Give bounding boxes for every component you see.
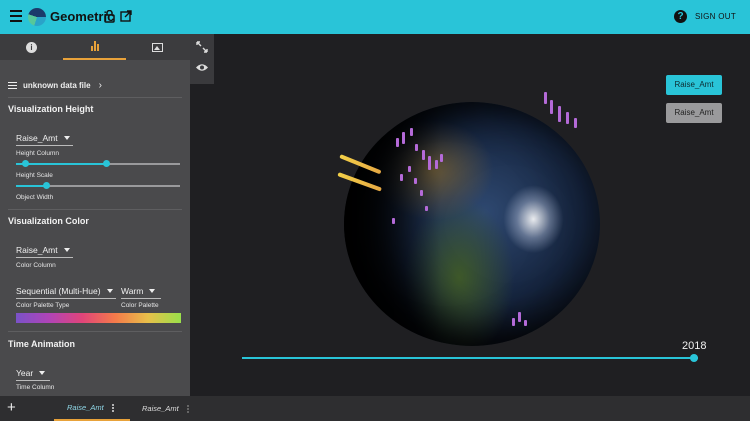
globe-shadow [344,102,600,346]
data-spike [550,100,553,114]
slider-knob[interactable] [103,160,110,167]
chevron-right-icon: › [98,79,102,91]
data-spike [440,154,443,162]
open-external-icon[interactable] [120,10,132,22]
color-column-select[interactable]: Raise_Amt [16,242,73,258]
time-slider-knob[interactable] [690,354,698,362]
legend-button-height[interactable]: Raise_Amt [666,75,722,95]
data-spike [396,138,399,147]
palette-type-label: Color Palette Type [16,302,70,309]
sign-out-button[interactable]: SIGN OUT [695,12,736,21]
data-spike [402,132,405,144]
data-spike [420,190,423,196]
color-palette-preview [16,313,181,323]
palette-type-value: Sequential (Multi-Hue) [16,285,101,296]
time-column-label: Time Column [16,384,55,391]
chevron-down-icon [149,288,156,293]
object-width-slider[interactable] [16,182,180,190]
object-width-label: Object Width [16,194,54,201]
sidebar-tabs: i [0,34,190,60]
tab-visualization[interactable] [63,34,126,60]
data-spike [558,106,561,122]
height-column-select[interactable]: Raise_Amt [16,130,73,146]
palette-value: Warm [121,285,144,296]
more-options-icon[interactable] [186,404,189,413]
data-spike [400,174,403,181]
legend-button-color[interactable]: Raise_Amt [666,103,722,123]
menu-icon[interactable] [10,10,22,22]
height-scale-slider[interactable] [16,160,180,168]
globe-viewport[interactable]: Raise_Amt Raise_Amt 2018 [190,34,750,396]
data-spike [544,92,547,104]
height-column-value: Raise_Amt [16,132,58,143]
data-spike [435,160,438,169]
layer-tab-bar: + Raise_Amt Raise_Amt [0,396,750,421]
data-spike [414,178,417,184]
color-column-value: Raise_Amt [16,244,58,255]
data-spike [574,118,577,128]
lock-icon[interactable] [104,10,115,23]
height-section-title: Visualization Height [8,104,94,114]
divider [8,97,182,98]
eye-icon[interactable] [195,63,209,72]
height-column-label: Height Column [16,150,59,157]
current-year-label: 2018 [682,340,707,352]
list-icon [8,81,17,89]
time-slider-track [242,357,698,359]
chevron-down-icon [63,247,70,252]
height-scale-label: Height Scale [16,172,53,179]
data-file-label: unknown data file [23,80,91,90]
time-section-title: Time Animation [8,339,76,349]
data-spike [524,320,527,326]
divider [8,331,182,332]
data-spike [422,150,425,160]
slider-fill [16,185,46,187]
time-column-value: Year [16,367,34,378]
chevron-down-icon [39,370,46,375]
info-icon: i [26,41,37,53]
globe-visualization[interactable] [337,92,600,346]
data-spike [410,128,413,136]
help-icon[interactable]: ? [674,10,687,23]
data-spike [518,312,521,322]
palette-select[interactable]: Warm [121,283,161,299]
color-column-label: Color Column [16,262,56,269]
chevron-down-icon [106,288,113,293]
data-file-selector[interactable]: unknown data file › [8,78,183,92]
data-spike [512,318,515,326]
slider-min-knob[interactable] [22,160,29,167]
geometric-logo [28,8,46,26]
more-options-icon[interactable] [111,403,114,412]
slider-fill [16,163,106,165]
layer-tab-label: Raise_Amt [142,404,179,413]
chevron-down-icon [63,135,70,140]
divider [8,209,182,210]
tab-info[interactable]: i [0,34,63,60]
data-spike [566,112,569,124]
palette-type-select[interactable]: Sequential (Multi-Hue) [16,283,116,299]
slider-knob[interactable] [43,182,50,189]
bar-chart-icon [90,41,99,51]
layer-tab-label: Raise_Amt [67,403,104,412]
settings-sidebar: i unknown data file › Visualization Heig… [0,34,190,396]
viewport-toolbar [190,34,214,84]
time-column-select[interactable]: Year [16,365,50,381]
expand-icon[interactable] [196,41,208,53]
data-spike [392,218,395,224]
app-header: Geometric ? SIGN OUT [0,0,750,34]
tab-image[interactable] [126,34,189,60]
time-slider[interactable] [242,354,698,362]
layer-tab[interactable]: Raise_Amt [54,396,130,421]
color-section-title: Visualization Color [8,216,89,226]
add-layer-button[interactable]: + [7,400,16,415]
palette-label: Color Palette [121,302,159,309]
image-icon [152,42,163,52]
data-spike [408,166,411,172]
data-spike [428,156,431,170]
data-spike [415,144,418,151]
data-spike [425,206,428,211]
layer-tab[interactable]: Raise_Amt [142,396,202,421]
